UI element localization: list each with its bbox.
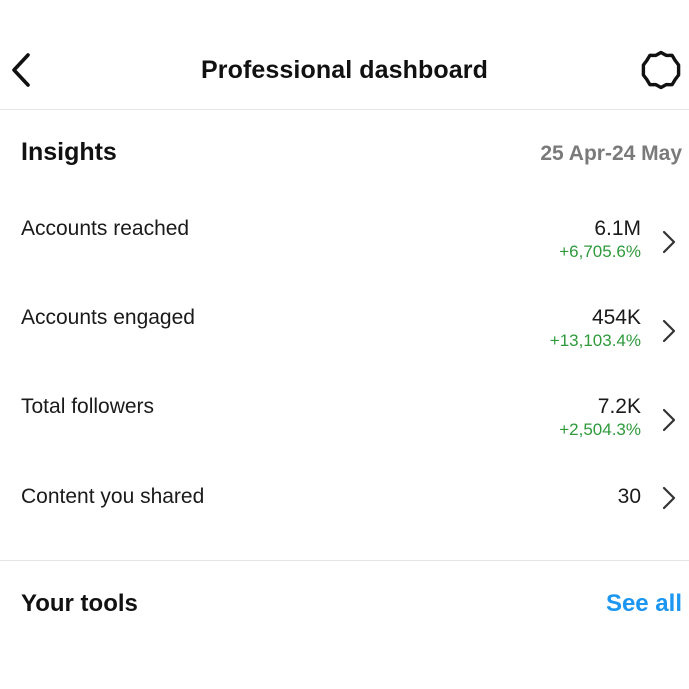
page-title: Professional dashboard (201, 56, 488, 84)
metric-change: +6,705.6% (559, 242, 641, 261)
settings-button[interactable] (639, 48, 683, 92)
section-divider (0, 560, 689, 561)
metric-values: 30 (618, 485, 641, 509)
metric-row-content-shared[interactable]: Content you shared 30 (0, 485, 689, 557)
insights-title: Insights (21, 138, 117, 166)
metric-change: +13,103.4% (549, 331, 641, 350)
metric-values: 454K +13,103.4% (550, 306, 641, 352)
metric-label: Total followers (21, 395, 155, 418)
chevron-right-icon (659, 227, 679, 257)
metric-values: 6.1M +6,705.6% (559, 217, 641, 263)
metric-row-accounts-engaged[interactable]: Accounts engaged 454K +13,103.4% (0, 306, 689, 378)
chevron-right-icon (659, 405, 679, 435)
date-range[interactable]: 25 Apr-24 May (540, 142, 682, 166)
chevron-right-icon (659, 483, 679, 513)
metric-value: 454K (591, 306, 641, 329)
insights-header: Insights 25 Apr-24 May (21, 138, 682, 167)
top-bar: Professional dashboard (0, 0, 689, 110)
metric-value: 6.1M (594, 217, 641, 240)
metric-row-accounts-reached[interactable]: Accounts reached 6.1M +6,705.6% (0, 217, 689, 289)
tools-title: Your tools (21, 590, 138, 617)
metric-label: Accounts reached (21, 217, 190, 240)
tools-header: Your tools See all (21, 590, 682, 618)
gear-icon (641, 50, 681, 90)
metric-change: +2,504.3% (559, 420, 641, 439)
metric-value: 30 (617, 485, 641, 508)
metric-value: 7.2K (597, 395, 641, 418)
see-all-link[interactable]: See all (606, 590, 682, 618)
metric-values: 7.2K +2,504.3% (559, 395, 641, 441)
metric-label: Accounts engaged (21, 306, 195, 329)
metric-row-total-followers[interactable]: Total followers 7.2K +2,504.3% (0, 395, 689, 467)
chevron-right-icon (659, 316, 679, 346)
metric-label: Content you shared (21, 485, 205, 508)
